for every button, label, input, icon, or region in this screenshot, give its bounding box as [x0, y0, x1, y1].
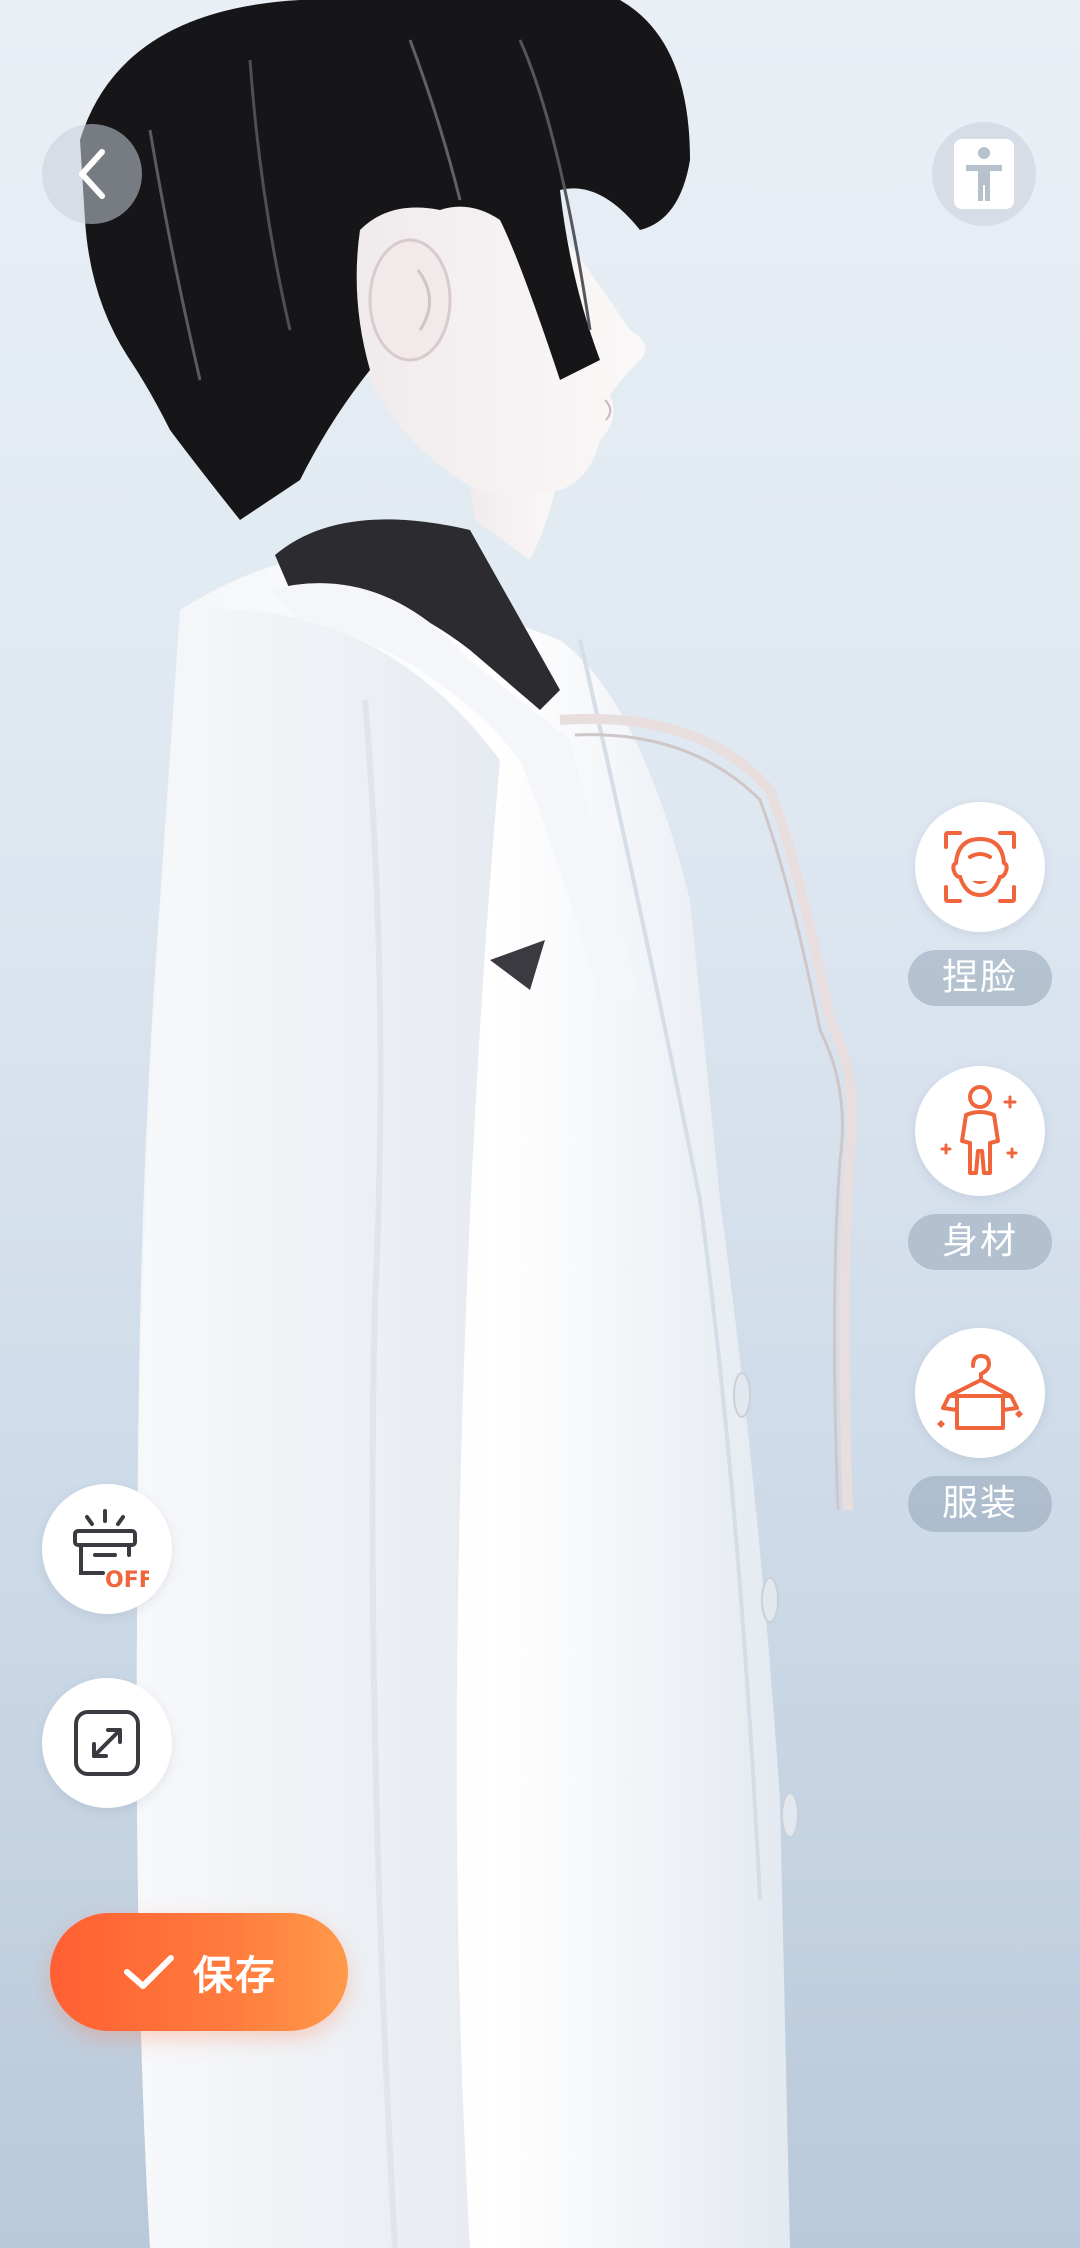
chevron-left-icon: [79, 149, 105, 199]
hanger-icon: [937, 1353, 1023, 1430]
expand-button[interactable]: [42, 1678, 172, 1808]
save-button[interactable]: 保存: [50, 1913, 348, 2031]
face-icon: [944, 831, 1016, 903]
tool-body-label: 身材: [908, 1214, 1052, 1270]
lamp-off-badge: OFF: [105, 1568, 149, 1591]
body-button[interactable]: [915, 1066, 1045, 1196]
pose-button[interactable]: [932, 122, 1036, 226]
avatar-ear: [368, 238, 452, 362]
tool-outfit-label: 服装: [908, 1476, 1052, 1532]
lamp-off-icon: OFF: [73, 1509, 149, 1591]
save-button-label: 保存: [193, 1953, 277, 1999]
back-button[interactable]: [42, 124, 142, 224]
body-figure-icon: [940, 1085, 1018, 1175]
check-icon: [124, 1955, 174, 1989]
person-pose-icon: [954, 139, 1014, 209]
avatar-editor-screen: 捏脸 身材 服装 OFF 保存: [0, 0, 1080, 2248]
tool-face-label: 捏脸: [908, 950, 1052, 1006]
outfit-button[interactable]: [915, 1328, 1045, 1458]
expand-icon: [74, 1710, 140, 1776]
face-button[interactable]: [915, 802, 1045, 932]
lamp-toggle-button[interactable]: OFF: [42, 1484, 172, 1614]
